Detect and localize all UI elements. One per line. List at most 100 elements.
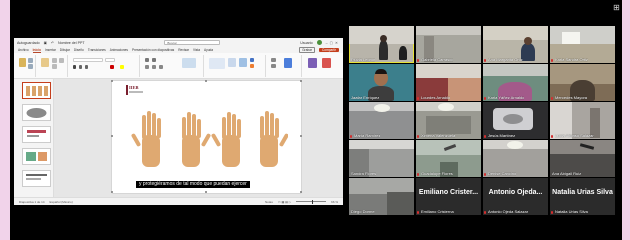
resize-handle[interactable] (300, 191, 302, 193)
resize-handle[interactable] (300, 135, 302, 137)
participant-tile[interactable]: Diego Dorme (349, 178, 414, 215)
participant-tile[interactable]: Lourdes Arnaldo (416, 64, 481, 101)
participant-name: Jaafar Enríquez (351, 95, 380, 100)
participant-tile[interactable]: Emiliano Crister... Emiliano Cristerna (416, 178, 481, 215)
resize-handle[interactable] (111, 135, 113, 137)
ppt-title-bar: Autoguardado ▣ ↶ Nombre del PPT Buscar U… (14, 38, 343, 47)
current-slide[interactable]: IIEB y protegiéramos de tal modo que pue… (112, 81, 301, 193)
participant-name: Emiliano Cristerna (421, 209, 454, 214)
participant-display-name: Emiliano Crister... (418, 189, 479, 196)
resize-handle[interactable] (300, 80, 302, 82)
participant-name: Denise Cancino (488, 171, 517, 176)
participant-tile[interactable]: Denise Cancino (483, 140, 548, 177)
autosave-toggle[interactable]: Autoguardado (17, 41, 40, 45)
mic-off-icon (484, 210, 486, 214)
highlight-icon (120, 65, 124, 69)
participant-name: Ana Abigail Ruiz (552, 171, 582, 176)
slide-logo: IIEB (126, 85, 145, 95)
tab-insertar[interactable]: Insertar (45, 48, 56, 52)
zoom-level[interactable]: 66 % (331, 200, 338, 204)
font-name-select (73, 58, 103, 62)
participant-tile[interactable]: Lucía Alfonso Salazar (550, 102, 615, 139)
thumbnail-slide[interactable] (22, 82, 51, 99)
underline-icon (85, 65, 88, 69)
participant-tile[interactable]: Jaafar Enríquez (349, 64, 414, 101)
thumbnail-slide[interactable] (22, 148, 51, 165)
mic-off-icon (484, 96, 486, 100)
tab-transiciones[interactable]: Transiciones (88, 48, 106, 52)
tab-dibujar[interactable]: Dibujar (60, 48, 70, 52)
participant-tile[interactable]: Karla Yáñez Arnaldo (483, 64, 548, 101)
participant-name: Antonio Ojeda Salazar (488, 209, 529, 214)
search-input[interactable]: Buscar (164, 40, 221, 45)
thumbnail-slide[interactable] (22, 126, 51, 143)
tab-animaciones[interactable]: Animaciones (110, 48, 128, 52)
mic-off-icon (350, 134, 352, 138)
participant-name: Karla Sandra Ortiz (555, 57, 588, 62)
participant-tile[interactable]: María Ramírez (349, 102, 414, 139)
participant-tile[interactable]: Jesús Martínez (483, 102, 548, 139)
share-button[interactable]: Compartir (319, 48, 339, 52)
window-controls-icon[interactable]: –▢✕ (326, 41, 340, 45)
mic-off-icon (551, 210, 553, 214)
tab-ayuda[interactable]: Ayuda (204, 48, 213, 52)
tab-archivo[interactable]: Archivo (18, 48, 29, 52)
resize-handle[interactable] (111, 80, 113, 82)
tab-diseno[interactable]: Diseño (74, 48, 84, 52)
participant-tile[interactable]: Natalia Urias Silva Natalia Urías Silva (550, 178, 615, 215)
tab-vista[interactable]: Vista (193, 48, 200, 52)
notes-button[interactable]: Notas (265, 200, 273, 204)
zoom-slider[interactable] (296, 199, 327, 204)
participant-name: Jesús Martínez (488, 133, 516, 138)
thumbnail-slide[interactable] (22, 170, 51, 187)
avatar[interactable] (316, 40, 322, 45)
tab-inicio[interactable]: Inicio (32, 48, 41, 53)
slides-group[interactable] (38, 55, 68, 77)
font-color-icon (110, 65, 114, 69)
view-icons[interactable]: ▭ ▦ ▤ ▷ (278, 200, 291, 204)
slide-thumbnails (14, 79, 54, 197)
participant-tile[interactable]: Ana Margarita Ortiz (483, 26, 548, 63)
resize-handle[interactable] (111, 191, 113, 193)
replace-icon (271, 64, 276, 68)
grid-icon[interactable]: ⊞ (613, 3, 620, 12)
save-icon[interactable]: ▣ (44, 41, 47, 45)
slide-counter: Diapositiva 1 de 14 (19, 199, 45, 204)
bullets-icon (145, 58, 149, 62)
ppt-filename: Nombre del PPT (58, 40, 85, 45)
participant-name: Mercedes Mayora (555, 95, 588, 100)
drawing-group[interactable] (206, 55, 266, 77)
font-group[interactable] (70, 55, 140, 77)
designer-group[interactable] (304, 55, 340, 77)
tab-presentacion[interactable]: Presentación con diapositivas (132, 48, 174, 52)
participant-tile[interactable]: Mercedes Mayora (550, 64, 615, 101)
participant-tile[interactable]: Gabriela Carrasco (416, 26, 481, 63)
mic-off-icon (417, 134, 419, 138)
participant-tile[interactable]: Ximena Valenzuela (416, 102, 481, 139)
font-size-select (105, 58, 115, 62)
language-indicator[interactable]: Español (México) (50, 200, 73, 204)
participant-tile[interactable]: Sandra Flores (349, 140, 414, 177)
paragraph-group[interactable] (142, 55, 204, 77)
resize-handle[interactable] (205, 191, 207, 193)
clipboard-group[interactable] (16, 55, 36, 77)
thumbnail-slide[interactable] (22, 104, 51, 121)
mic-off-icon (551, 134, 553, 138)
arrange-icon (228, 58, 236, 67)
layout-icon (52, 58, 57, 63)
numbering-icon (152, 58, 156, 62)
participant-tile[interactable]: Guadalupe Flores (416, 140, 481, 177)
participant-tile[interactable]: Karla Sandra Ortiz (550, 26, 615, 63)
participant-tile[interactable]: Pluvia Leonor (349, 26, 414, 63)
resize-handle[interactable] (205, 80, 207, 82)
shared-screen-powerpoint[interactable]: Autoguardado ▣ ↶ Nombre del PPT Buscar U… (14, 38, 343, 205)
participant-tile[interactable]: Antonio Ojeda... Antonio Ojeda Salazar (483, 178, 548, 215)
ribbon-toolbar (14, 53, 343, 79)
tab-revisar[interactable]: Revisar (178, 48, 189, 52)
reset-icon (52, 64, 57, 69)
participant-tile[interactable]: Ana Abigail Ruiz (550, 140, 615, 177)
mic-off-icon (417, 96, 419, 100)
editing-group[interactable] (268, 55, 302, 77)
undo-icon[interactable]: ↶ (51, 41, 54, 45)
dictate-icon (284, 58, 292, 68)
